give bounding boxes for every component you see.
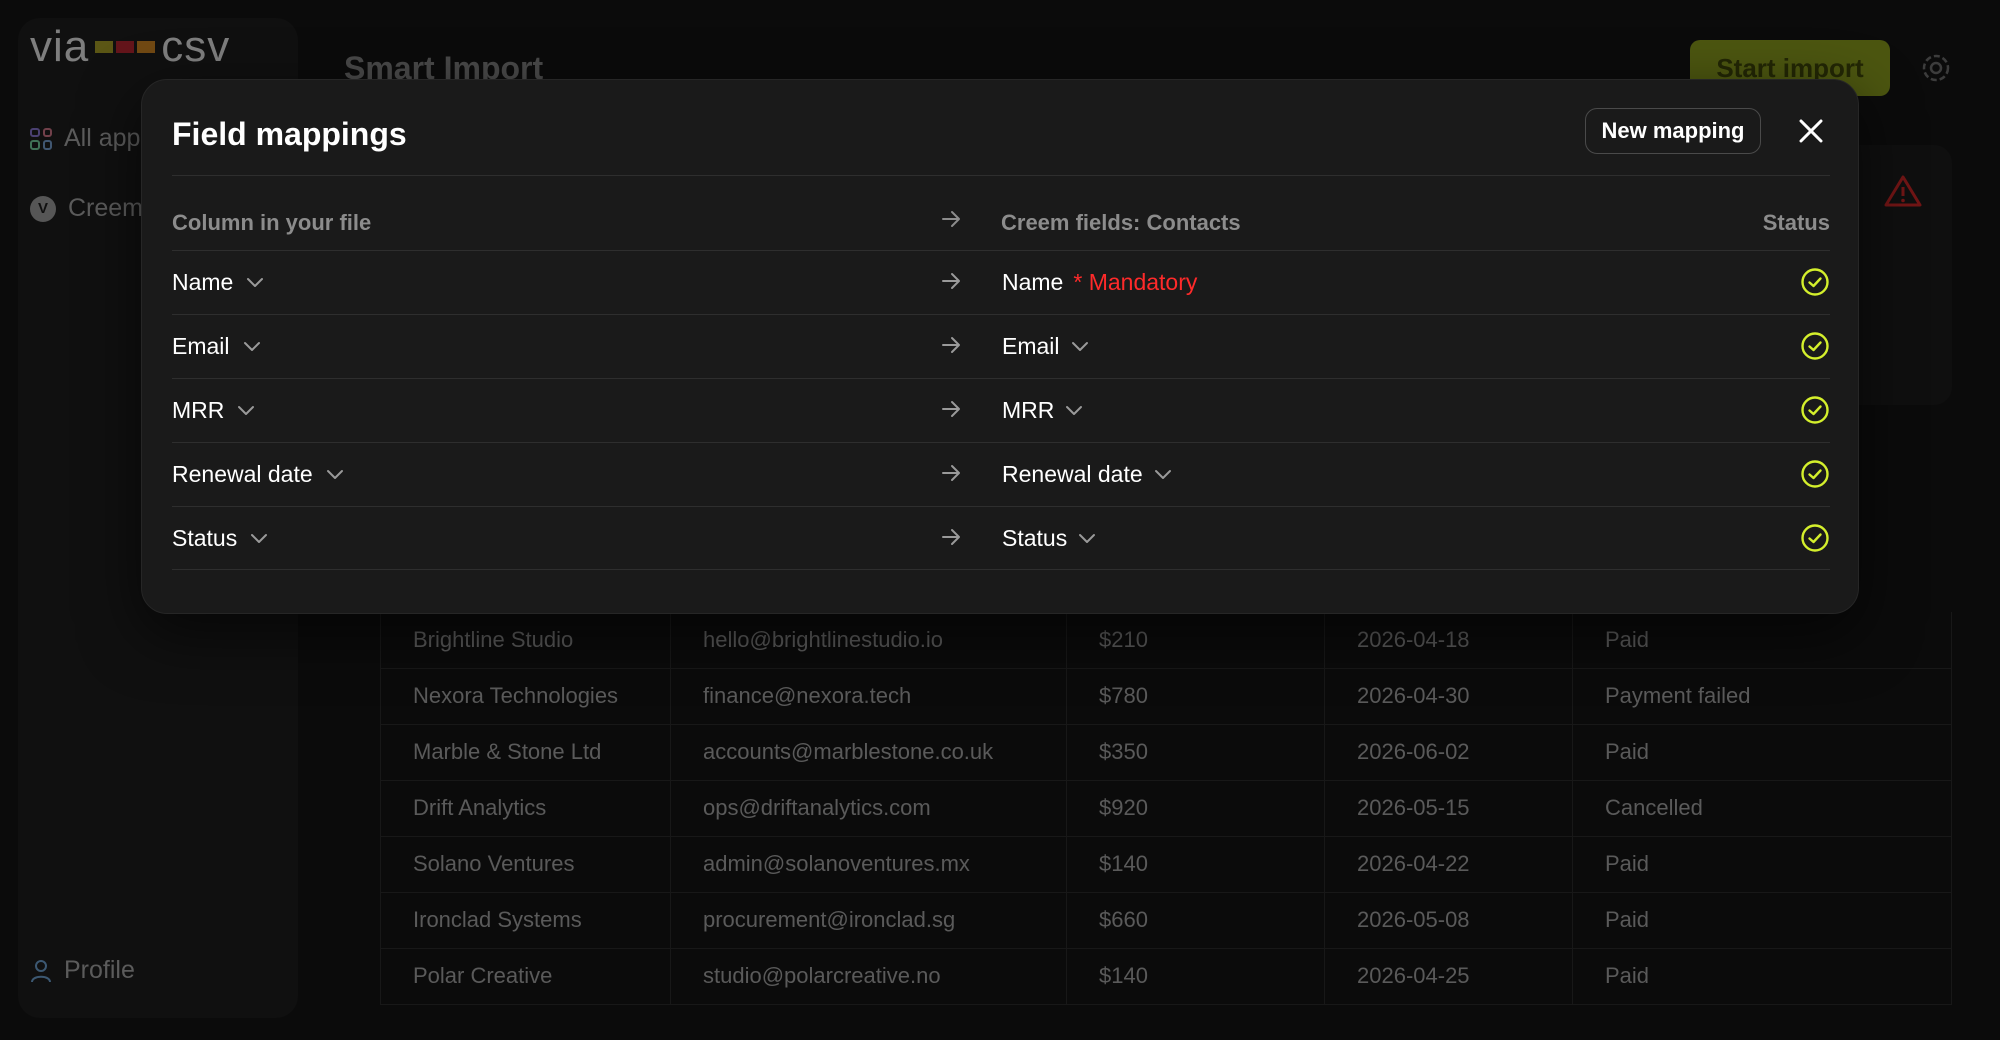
arrow-right-icon: [942, 337, 960, 353]
target-field-select[interactable]: MRR: [1002, 397, 1084, 424]
arrow-right-icon: [942, 401, 960, 417]
chevron-down-icon[interactable]: [249, 533, 269, 545]
check-circle-icon: [1801, 396, 1829, 424]
source-column-label: Renewal date: [172, 461, 313, 487]
chevron-down-icon[interactable]: [1077, 533, 1097, 545]
chevron-down-icon[interactable]: [325, 469, 345, 481]
chevron-down-icon[interactable]: [242, 341, 262, 353]
check-circle-icon: [1801, 268, 1829, 296]
arrow-right-icon: [942, 465, 960, 481]
mandatory-label: * Mandatory: [1073, 269, 1198, 295]
mapping-header: Column in your file Creem fields: Contac…: [172, 202, 1830, 242]
new-mapping-button[interactable]: New mapping: [1585, 108, 1761, 154]
target-field-select[interactable]: Renewal date: [1002, 461, 1173, 488]
mapping-row: Email Email: [172, 314, 1830, 378]
header-target-fields: Creem fields: Contacts: [1001, 210, 1241, 235]
target-field-label: Email: [1002, 333, 1060, 359]
close-button[interactable]: [1794, 114, 1828, 148]
divider: [172, 175, 1830, 176]
chevron-down-icon[interactable]: [1070, 341, 1090, 353]
target-field-label: Status: [1002, 525, 1068, 551]
header-source-column: Column in your file: [172, 210, 372, 235]
source-column-select[interactable]: Status: [172, 525, 269, 552]
header-status: Status: [1762, 210, 1830, 235]
mapping-row: Renewal date Renewal date: [172, 442, 1830, 506]
modal-title: Field mappings: [172, 116, 407, 152]
source-column-select[interactable]: MRR: [172, 397, 256, 424]
source-column-select[interactable]: Name: [172, 269, 265, 296]
arrow-right-icon: [942, 211, 960, 227]
target-field-select[interactable]: Email: [1002, 333, 1090, 360]
mapping-row: Name Name * Mandatory: [172, 250, 1830, 314]
source-column-label: Name: [172, 269, 234, 295]
chevron-down-icon[interactable]: [1064, 405, 1084, 417]
field-mappings-modal: Field mappings New mapping Column in you…: [141, 79, 1859, 614]
check-circle-icon: [1801, 460, 1829, 488]
source-column-select[interactable]: Renewal date: [172, 461, 345, 488]
chevron-down-icon[interactable]: [245, 277, 265, 289]
target-field-select: Name * Mandatory: [1002, 269, 1197, 296]
target-field-label: Name: [1002, 269, 1064, 295]
source-column-label: Email: [172, 333, 230, 359]
mapping-row: Status Status: [172, 506, 1830, 570]
chevron-down-icon[interactable]: [236, 405, 256, 417]
target-field-label: MRR: [1002, 397, 1055, 423]
source-column-label: MRR: [172, 397, 225, 423]
check-circle-icon: [1801, 524, 1829, 552]
target-field-label: Renewal date: [1002, 461, 1143, 487]
close-icon: [1799, 119, 1823, 143]
arrow-right-icon: [942, 273, 960, 289]
source-column-label: Status: [172, 525, 238, 551]
mapping-row: MRR MRR: [172, 378, 1830, 442]
arrow-right-icon: [942, 529, 960, 545]
check-circle-icon: [1801, 332, 1829, 360]
chevron-down-icon[interactable]: [1153, 469, 1173, 481]
target-field-select[interactable]: Status: [1002, 525, 1097, 552]
source-column-select[interactable]: Email: [172, 333, 262, 360]
